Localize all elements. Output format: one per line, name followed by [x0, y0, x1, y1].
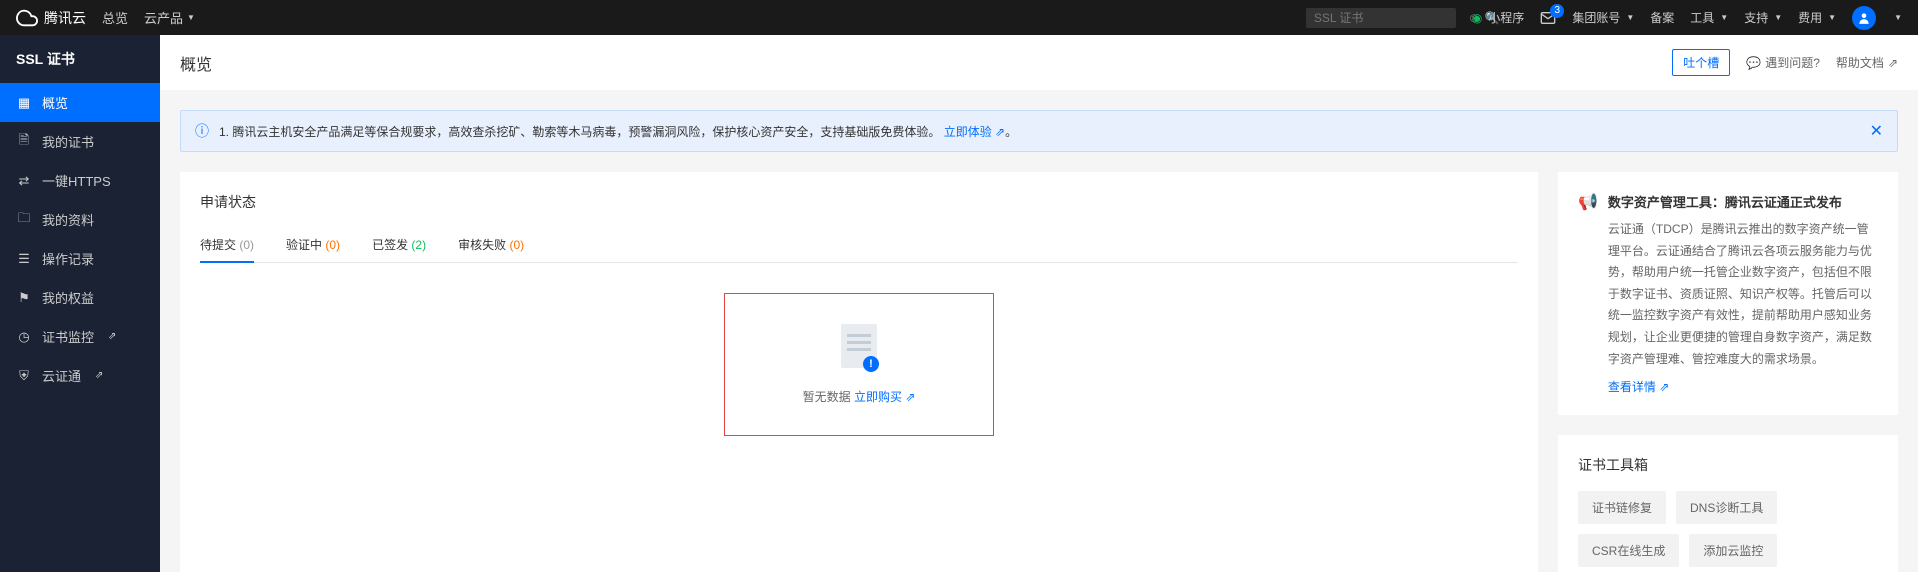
sidebar-title: SSL 证书: [0, 35, 160, 83]
announce-link[interactable]: 查看详情 ⇗: [1608, 380, 1669, 394]
side-column: 📢 数字资产管理工具：腾讯云证通正式发布 云证通（TDCP）是腾讯云推出的数字资…: [1558, 172, 1898, 572]
info-text: 1. 腾讯云主机安全产品满足等保合规要求，高效查杀挖矿、勒索等木马病毒，预警漏洞…: [219, 123, 1860, 140]
sidebar-item-profile[interactable]: 🗀 我的资料: [0, 200, 160, 239]
toolbox-title: 证书工具箱: [1578, 455, 1878, 475]
tool-grid: 证书链修复 DNS诊断工具 CSR在线生成 添加云监控: [1578, 491, 1878, 567]
feedback-button[interactable]: 吐个槽: [1672, 49, 1730, 76]
caret-down-icon: ▼: [1774, 13, 1782, 22]
announce: 📢 数字资产管理工具：腾讯云证通正式发布 云证通（TDCP）是腾讯云推出的数字资…: [1578, 192, 1878, 395]
tab-issued[interactable]: 已签发 (2): [372, 228, 426, 263]
caret-down-icon: ▼: [1626, 13, 1634, 22]
tab-verifying[interactable]: 验证中 (0): [286, 228, 340, 263]
tool-cert-chain[interactable]: 证书链修复: [1578, 491, 1666, 524]
caret-down-icon: ▼: [1720, 13, 1728, 22]
layout: SSL 证书 ▦ 概览 🗎 我的证书 ⇄ 一键HTTPS 🗀 我的资料 ☰ 操作…: [0, 35, 1918, 572]
info-icon: ⓘ: [195, 121, 209, 141]
beian-link[interactable]: 备案: [1650, 9, 1674, 26]
sidebar-item-monitor[interactable]: ◷ 证书监控 ⇗: [0, 317, 160, 356]
announce-body: 数字资产管理工具：腾讯云证通正式发布 云证通（TDCP）是腾讯云推出的数字资产统…: [1608, 192, 1878, 395]
chat-icon: 💬: [1746, 56, 1761, 70]
header-actions: 吐个槽 💬遇到问题? 帮助文档 ⇗: [1672, 49, 1898, 76]
helpdoc-link[interactable]: 帮助文档 ⇗: [1836, 54, 1898, 71]
gift-icon: ⚑: [16, 290, 32, 306]
empty-doc-icon: !: [835, 324, 883, 372]
content: ⓘ 1. 腾讯云主机安全产品满足等保合规要求，高效查杀挖矿、勒索等木马病毒，预警…: [160, 90, 1918, 572]
caret-down-icon: ▼: [1894, 13, 1902, 22]
tab-pending[interactable]: 待提交 (0): [200, 228, 254, 263]
problem-link[interactable]: 💬遇到问题?: [1746, 54, 1820, 71]
info-link[interactable]: 立即体验 ⇗: [944, 125, 1005, 139]
info-badge-icon: !: [863, 356, 879, 372]
buy-link[interactable]: 立即购买 ⇗: [854, 390, 915, 404]
brand-text: 腾讯云: [44, 8, 86, 28]
https-icon: ⇄: [16, 173, 32, 189]
topbar-left: 腾讯云 总览 云产品▼: [16, 7, 195, 29]
content-row: 申请状态 待提交 (0) 验证中 (0) 已签发 (2) 审核失败 (0) !: [180, 172, 1898, 572]
tool-monitor[interactable]: 添加云监控: [1689, 534, 1777, 567]
main: 概览 吐个槽 💬遇到问题? 帮助文档 ⇗ ⓘ 1. 腾讯云主机安全产品满足等保合…: [160, 35, 1918, 572]
clock-icon: ◷: [16, 329, 32, 345]
sidebar-item-my-certs[interactable]: 🗎 我的证书: [0, 122, 160, 161]
announce-title: 数字资产管理工具：腾讯云证通正式发布: [1608, 192, 1878, 211]
toolbox-panel: 证书工具箱 证书链修复 DNS诊断工具 CSR在线生成 添加云监控: [1558, 435, 1898, 572]
sidebar-item-logs[interactable]: ☰ 操作记录: [0, 239, 160, 278]
search-box[interactable]: ⊗ 🔍: [1306, 8, 1456, 28]
status-title: 申请状态: [200, 192, 1518, 212]
external-icon: ⇗: [95, 370, 103, 381]
topbar-right: ⊗ 🔍 ◉小程序 3 集团账号▼ 备案 工具▼ 支持▼ 费用▼ ▼: [1306, 6, 1902, 30]
tab-failed[interactable]: 审核失败 (0): [458, 228, 524, 263]
close-icon[interactable]: ✕: [1870, 121, 1883, 141]
info-bar: ⓘ 1. 腾讯云主机安全产品满足等保合规要求，高效查杀挖矿、勒索等木马病毒，预警…: [180, 110, 1898, 152]
support-menu[interactable]: 支持▼: [1744, 9, 1782, 26]
tools-menu[interactable]: 工具▼: [1690, 9, 1728, 26]
announce-desc: 云证通（TDCP）是腾讯云推出的数字资产统一管理平台。云证通结合了腾讯云各项云服…: [1608, 219, 1878, 370]
grid-icon: ▦: [16, 95, 32, 111]
sidebar-item-https[interactable]: ⇄ 一键HTTPS: [0, 161, 160, 200]
main-header: 概览 吐个槽 💬遇到问题? 帮助文档 ⇗: [160, 35, 1918, 90]
sidebar-item-benefits[interactable]: ⚑ 我的权益: [0, 278, 160, 317]
nav-overview[interactable]: 总览: [102, 8, 128, 27]
list-icon: ☰: [16, 251, 32, 267]
status-tabs: 待提交 (0) 验证中 (0) 已签发 (2) 审核失败 (0): [200, 228, 1518, 263]
mail-badge: 3: [1550, 4, 1564, 18]
cloud-logo-icon: [16, 7, 38, 29]
external-icon: ⇗: [1888, 56, 1898, 70]
topbar: 腾讯云 总览 云产品▼ ⊗ 🔍 ◉小程序 3 集团账号▼ 备案 工具▼ 支持▼ …: [0, 0, 1918, 35]
external-icon: ⇗: [108, 331, 116, 342]
sidebar-item-tdcp[interactable]: ⛨ 云证通 ⇗: [0, 356, 160, 395]
miniapp-link[interactable]: ◉小程序: [1472, 9, 1525, 26]
mail-icon[interactable]: 3: [1540, 10, 1556, 26]
announce-panel: 📢 数字资产管理工具：腾讯云证通正式发布 云证通（TDCP）是腾讯云推出的数字资…: [1558, 172, 1898, 415]
doc-icon: 🗎: [16, 134, 32, 150]
fees-menu[interactable]: 费用▼: [1798, 9, 1836, 26]
sidebar: SSL 证书 ▦ 概览 🗎 我的证书 ⇄ 一键HTTPS 🗀 我的资料 ☰ 操作…: [0, 35, 160, 572]
tool-csr[interactable]: CSR在线生成: [1578, 534, 1679, 567]
nav-products[interactable]: 云产品▼: [144, 8, 195, 27]
status-panel: 申请状态 待提交 (0) 验证中 (0) 已签发 (2) 审核失败 (0) !: [180, 172, 1538, 572]
megaphone-icon: 📢: [1578, 192, 1598, 395]
account-menu[interactable]: 集团账号▼: [1572, 9, 1634, 26]
sidebar-item-overview[interactable]: ▦ 概览: [0, 83, 160, 122]
empty-state: ! 暂无数据 立即购买 ⇗: [724, 293, 994, 436]
tool-dns[interactable]: DNS诊断工具: [1676, 491, 1777, 524]
page-title: 概览: [180, 51, 212, 75]
logo[interactable]: 腾讯云: [16, 7, 86, 29]
avatar[interactable]: [1852, 6, 1876, 30]
status-dot-icon: ◉: [1472, 11, 1482, 25]
folder-icon: 🗀: [16, 212, 32, 228]
user-icon: [1857, 11, 1871, 25]
shield-icon: ⛨: [16, 368, 32, 384]
empty-text: 暂无数据 立即购买 ⇗: [745, 388, 973, 405]
caret-down-icon: ▼: [187, 13, 195, 22]
search-input[interactable]: [1314, 11, 1469, 25]
caret-down-icon: ▼: [1828, 13, 1836, 22]
